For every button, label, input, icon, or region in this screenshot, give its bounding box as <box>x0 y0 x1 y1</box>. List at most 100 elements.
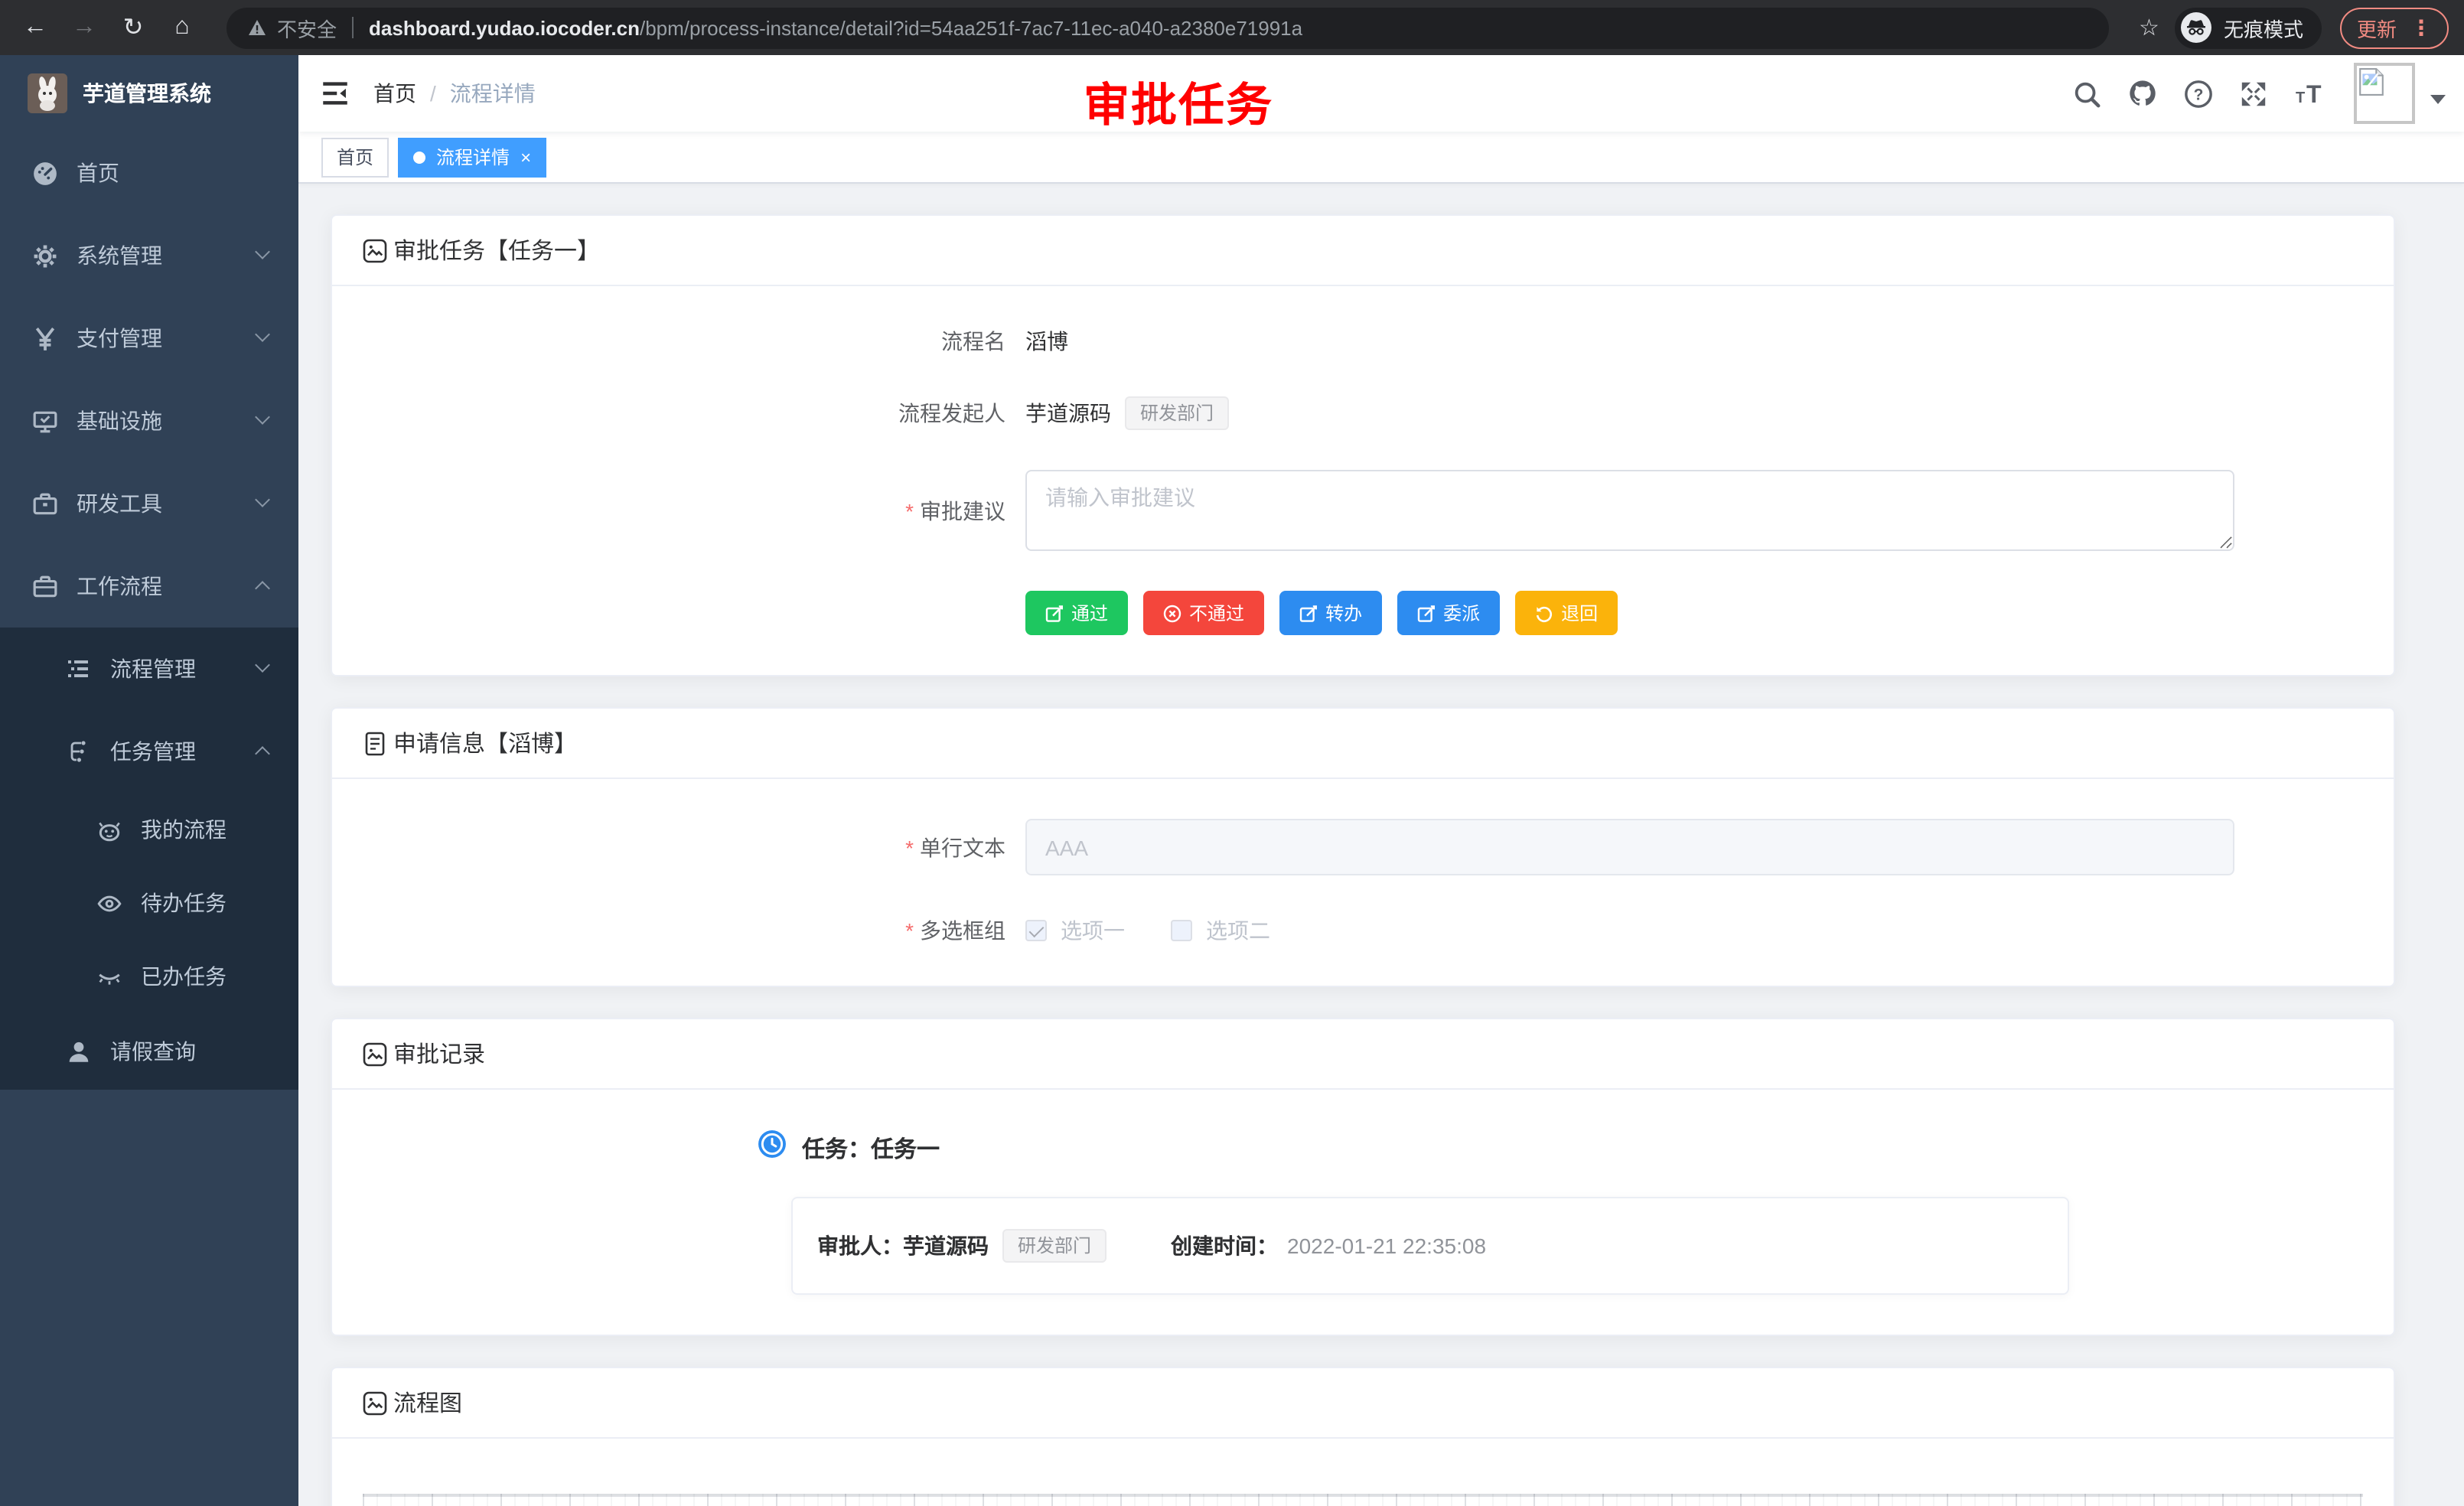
svg-text:T: T <box>2306 80 2322 107</box>
sidebar: 芋道管理系统 首页 系统管理 支付管理 <box>0 55 298 1506</box>
incognito-icon <box>2181 12 2211 43</box>
chevron-down-icon <box>255 244 270 259</box>
dept-tag: 研发部门 <box>1002 1229 1107 1263</box>
browser-menu-icon[interactable] <box>2397 15 2432 41</box>
edit-icon <box>1299 604 1318 622</box>
document-icon <box>363 731 387 755</box>
refresh-left-icon <box>1535 604 1553 622</box>
home-icon[interactable]: ⌂ <box>162 14 202 41</box>
sidebar-item-payment[interactable]: 支付管理 <box>0 297 298 380</box>
sidebar-item-label: 我的流程 <box>141 814 227 845</box>
sidebar-item-infra[interactable]: 基础设施 <box>0 380 298 462</box>
card-title: 审批任务【任务一】 <box>393 234 600 266</box>
checkbox-option-2: 选项二 <box>1171 915 1270 946</box>
single-line-text-input <box>1025 819 2234 875</box>
tab-close-icon[interactable] <box>510 146 531 168</box>
app-logo[interactable]: 芋道管理系统 <box>0 55 298 132</box>
checkbox-label: 选项一 <box>1061 915 1125 946</box>
tags-view-bar: 首页 流程详情 <box>298 132 2464 184</box>
card-header: 流程图 <box>332 1368 2394 1439</box>
return-button[interactable]: 退回 <box>1515 591 1618 635</box>
help-icon[interactable]: ? <box>2184 79 2213 108</box>
checkbox-unchecked-icon <box>1171 920 1192 941</box>
suggestion-label: 审批建议 <box>332 495 1005 526</box>
sidebar-item-task-mgmt[interactable]: 任务管理 <box>0 710 298 793</box>
reject-button[interactable]: 不通过 <box>1143 591 1264 635</box>
button-label: 转办 <box>1325 600 1362 626</box>
sidebar-item-devtools[interactable]: 研发工具 <box>0 462 298 545</box>
card-title: 审批记录 <box>393 1038 485 1070</box>
breadcrumb: 首页 / 流程详情 <box>373 78 536 109</box>
task-title: 任务：任务一 <box>802 1132 940 1164</box>
search-icon[interactable] <box>2072 79 2101 108</box>
chevron-down-icon <box>255 327 270 342</box>
avatar-caret-icon[interactable] <box>2430 95 2446 104</box>
sidebar-item-process-mgmt[interactable]: 流程管理 <box>0 628 298 710</box>
process-name-value: 滔博 <box>1025 326 1068 357</box>
approve-button[interactable]: 通过 <box>1025 591 1128 635</box>
sidebar-item-home[interactable]: 首页 <box>0 132 298 214</box>
suggestion-textarea[interactable] <box>1025 470 2234 551</box>
initiator-value: 芋道源码 <box>1025 398 1111 429</box>
update-label: 更新 <box>2357 13 2397 42</box>
back-icon[interactable]: ← <box>15 14 55 41</box>
delegate-button[interactable]: 委派 <box>1397 591 1500 635</box>
record-timeline: 任务：任务一 审批人： 芋道源码 研发部门 创建时间： 2022-01-21 2… <box>332 1130 2394 1295</box>
clock-icon <box>758 1130 787 1166</box>
user-icon <box>64 1038 92 1064</box>
chevron-down-icon <box>255 657 270 673</box>
approval-task-card: 审批任务【任务一】 流程名 滔博 流程发起人 芋道源码 研发部门 <box>331 214 2395 676</box>
security-label[interactable]: 不安全 <box>277 13 337 42</box>
forward-icon[interactable]: → <box>64 14 104 41</box>
dashboard-icon <box>31 160 58 186</box>
flow-tree-icon <box>64 739 92 764</box>
bpmn-canvas[interactable] <box>363 1494 2363 1506</box>
chrome-update-button[interactable]: 更新 <box>2340 7 2449 48</box>
address-bar[interactable]: 不安全 dashboard.yudao.iocoder.cn/bpm/proce… <box>227 7 2108 48</box>
fullscreen-icon[interactable] <box>2239 79 2268 108</box>
chevron-down-icon <box>255 492 270 507</box>
dept-tag: 研发部门 <box>1125 396 1229 430</box>
robot-icon <box>95 817 122 843</box>
briefcase-icon <box>31 573 58 599</box>
avatar-broken-image-icon <box>2354 63 2415 124</box>
transfer-button[interactable]: 转办 <box>1279 591 1382 635</box>
font-size-icon[interactable]: TT <box>2294 80 2328 107</box>
checkbox-checked-icon <box>1025 920 1047 941</box>
app-navbar: 首页 / 流程详情 审批任务 ? TT <box>298 55 2464 132</box>
monitor-icon <box>31 408 58 434</box>
sidebar-item-label: 请假查询 <box>110 1036 196 1067</box>
sidebar-item-done-tasks[interactable]: 已办任务 <box>0 940 298 1013</box>
sidebar-item-todo-tasks[interactable]: 待办任务 <box>0 866 298 940</box>
incognito-badge: 无痕模式 <box>2175 7 2322 48</box>
chevron-down-icon <box>255 409 270 425</box>
reload-icon[interactable]: ↻ <box>113 12 153 43</box>
github-icon[interactable] <box>2127 78 2158 109</box>
sidebar-item-label: 任务管理 <box>110 736 196 767</box>
chevron-up-icon <box>255 581 270 596</box>
sidebar-fold-icon[interactable] <box>321 80 349 107</box>
tab-label: 首页 <box>337 144 373 170</box>
button-label: 通过 <box>1071 600 1108 626</box>
breadcrumb-home[interactable]: 首页 <box>373 78 416 109</box>
logo-image <box>28 73 67 113</box>
bookmark-star-icon[interactable]: ☆ <box>2139 14 2159 41</box>
sidebar-item-system[interactable]: 系统管理 <box>0 214 298 297</box>
checkbox-label: 选项二 <box>1206 915 1270 946</box>
user-avatar[interactable] <box>2354 63 2446 124</box>
record-detail-box: 审批人： 芋道源码 研发部门 创建时间： 2022-01-21 22:35:08 <box>791 1197 2069 1295</box>
sidebar-item-workflow[interactable]: 工作流程 <box>0 545 298 628</box>
edit-icon <box>1045 604 1064 622</box>
sidebar-item-my-process[interactable]: 我的流程 <box>0 793 298 866</box>
card-header: 审批记录 <box>332 1019 2394 1090</box>
tab-home[interactable]: 首页 <box>321 137 389 177</box>
svg-text:?: ? <box>2194 86 2204 103</box>
picture-icon <box>363 1041 387 1066</box>
sidebar-menu: 首页 系统管理 支付管理 基础设施 <box>0 132 298 1090</box>
approver-label: 审批人： <box>817 1231 903 1261</box>
sidebar-item-leave-query[interactable]: 请假查询 <box>0 1013 298 1090</box>
process-diagram-card: 流程图 <box>331 1367 2395 1506</box>
tab-process-detail[interactable]: 流程详情 <box>398 137 546 177</box>
sidebar-item-label: 首页 <box>77 158 119 188</box>
app-title: 芋道管理系统 <box>83 78 211 109</box>
